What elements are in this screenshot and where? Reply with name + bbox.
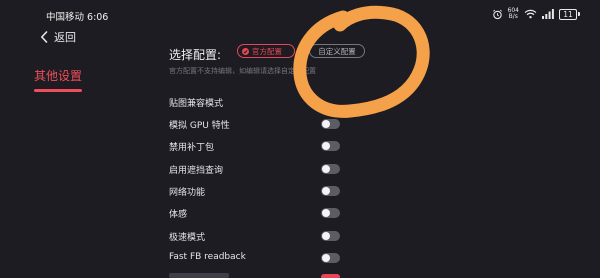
chevron-left-icon bbox=[41, 31, 48, 43]
alarm-icon bbox=[492, 9, 502, 19]
official-config-label: 官方配置 bbox=[252, 46, 282, 56]
toggle-switch[interactable] bbox=[321, 253, 340, 263]
carrier-time: 中国移动 6:06 bbox=[46, 12, 109, 23]
official-config-option[interactable]: 官方配置 bbox=[237, 44, 295, 58]
battery-indicator: 11 bbox=[559, 8, 580, 20]
setting-label: 启用遮挡查询 bbox=[169, 166, 224, 176]
setting-label: Fast FB readback bbox=[169, 252, 246, 262]
toggle-switch-partial[interactable] bbox=[321, 274, 340, 278]
config-title: 选择配置: bbox=[169, 48, 222, 62]
custom-config-label: 自定义配置 bbox=[318, 46, 356, 56]
status-bar: 中国移动 6:06 604 B/s 11 bbox=[0, 0, 600, 26]
config-hint: 官方配置不支持编辑，如编辑请选择自定义配置 bbox=[169, 67, 316, 75]
toggle-knob bbox=[322, 209, 330, 217]
back-button[interactable]: 返回 bbox=[40, 29, 76, 45]
setting-label: 极速模式 bbox=[169, 233, 206, 243]
toggle-switch[interactable] bbox=[321, 141, 340, 151]
battery-level: 11 bbox=[559, 8, 577, 20]
toggle-knob bbox=[322, 254, 330, 262]
annotation-circle bbox=[293, 5, 430, 118]
custom-config-option[interactable]: 自定义配置 bbox=[309, 44, 365, 58]
toggle-knob bbox=[322, 165, 330, 173]
toggle-switch[interactable] bbox=[321, 186, 340, 196]
tab-label: 其他设置 bbox=[34, 69, 83, 83]
status-icons: 604 B/s 11 bbox=[492, 8, 580, 20]
wifi-icon bbox=[524, 9, 537, 19]
setting-label: 体感 bbox=[169, 210, 188, 220]
setting-label: 模拟 GPU 特性 bbox=[169, 121, 230, 131]
toggle-knob bbox=[322, 187, 330, 195]
setting-label: 网络功能 bbox=[169, 188, 206, 198]
toggle-switch[interactable] bbox=[321, 164, 340, 174]
back-label: 返回 bbox=[54, 31, 76, 44]
setting-label: 贴图兼容模式 bbox=[169, 99, 224, 109]
tab-underline bbox=[34, 89, 82, 92]
check-icon bbox=[242, 47, 249, 55]
toggle-knob bbox=[322, 142, 330, 150]
toggle-knob bbox=[322, 232, 330, 240]
battery-tip bbox=[578, 12, 580, 16]
setting-label: 禁用补丁包 bbox=[169, 143, 215, 153]
toggle-switch[interactable] bbox=[321, 231, 340, 241]
toggle-switch[interactable] bbox=[321, 208, 340, 218]
speed-unit: B/s bbox=[508, 13, 518, 20]
toggle-knob bbox=[322, 120, 330, 128]
network-speed: 604 B/s bbox=[508, 8, 519, 20]
toggle-switch[interactable] bbox=[321, 119, 340, 129]
tab-other-settings[interactable]: 其他设置 bbox=[34, 67, 83, 92]
setting-label-partial bbox=[169, 273, 229, 278]
signal-icon bbox=[542, 9, 554, 19]
